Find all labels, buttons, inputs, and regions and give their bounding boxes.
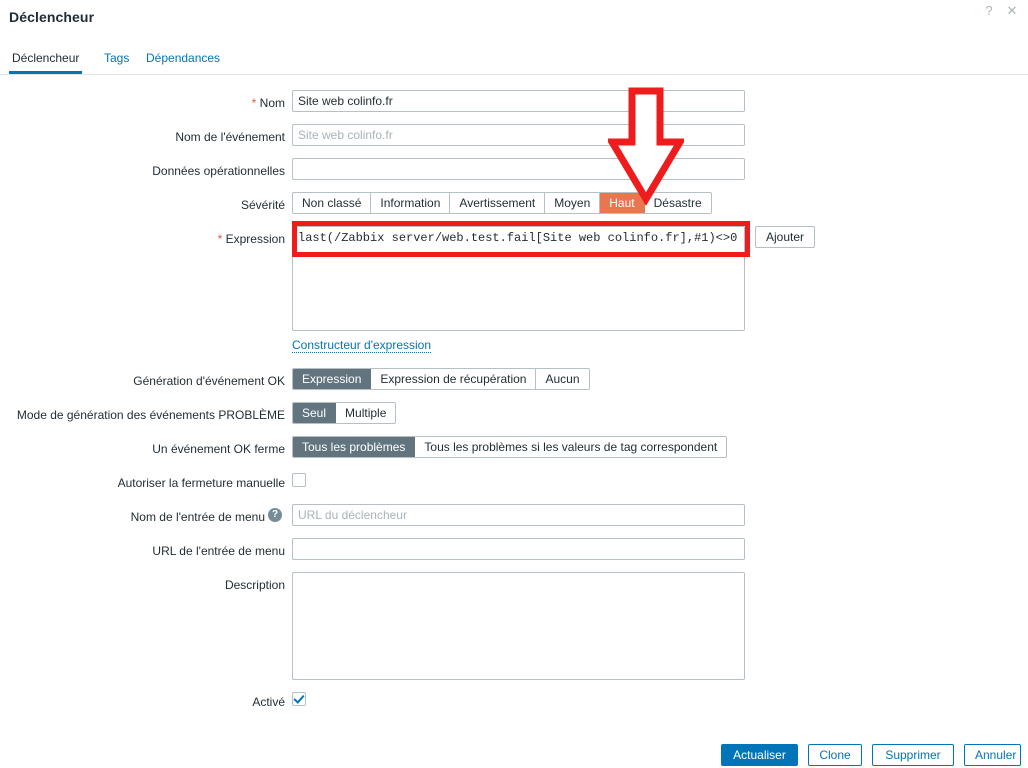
label-expression: * Expression	[185, 232, 285, 246]
ok-event-closes-control: Tous les problèmes Tous les problèmes si…	[292, 436, 728, 458]
close-icon[interactable]: ✕	[1004, 3, 1020, 19]
label-menu-entry-url: URL de l'entrée de menu	[152, 544, 285, 558]
label-description: Description	[224, 578, 285, 592]
dialog-header: Déclencheur ? ✕	[0, 0, 1028, 40]
update-button[interactable]: Actualiser	[721, 744, 798, 766]
ok-event-generation-control: Expression Expression de récupération Au…	[292, 368, 590, 390]
event-name-input[interactable]	[292, 124, 745, 146]
delete-button[interactable]: Supprimer	[872, 744, 954, 766]
ok-closes-option-all-problems[interactable]: Tous les problèmes	[293, 437, 416, 457]
expression-textarea[interactable]	[292, 226, 745, 331]
description-textarea[interactable]	[292, 572, 745, 680]
problem-event-mode-control: Seul Multiple	[292, 402, 397, 424]
label-name-text: Nom	[259, 96, 285, 110]
menu-entry-name-help-icon[interactable]: ?	[268, 508, 282, 522]
label-event-name: Nom de l'événement	[175, 130, 285, 144]
label-problem-event-mode: Mode de génération des événements PROBLÈ…	[16, 408, 285, 422]
required-marker-name: *	[251, 96, 257, 110]
name-input[interactable]	[292, 90, 745, 112]
severity-option-not-classified[interactable]: Non classé	[293, 193, 372, 213]
cancel-button[interactable]: Annuler	[964, 744, 1021, 766]
label-operational-data: Données opérationnelles	[152, 164, 285, 178]
severity-option-information[interactable]: Information	[371, 193, 451, 213]
severity-option-average[interactable]: Moyen	[545, 193, 601, 213]
clone-button[interactable]: Clone	[808, 744, 862, 766]
footer-divider	[0, 729, 1028, 730]
allow-manual-close-checkbox[interactable]	[292, 473, 306, 487]
label-menu-entry-name: Nom de l'entrée de menu	[130, 510, 265, 524]
expression-constructor-link[interactable]: Constructeur d'expression	[292, 338, 432, 353]
label-ok-event-generation: Génération d'événement OK	[133, 374, 285, 388]
ok-closes-option-matching-tags[interactable]: Tous les problèmes si les valeurs de tag…	[415, 437, 727, 457]
page-title: Déclencheur	[9, 9, 95, 25]
menu-entry-url-input[interactable]	[292, 538, 745, 560]
problem-mode-option-single[interactable]: Seul	[293, 403, 337, 423]
severity-option-high[interactable]: Haut	[600, 193, 645, 213]
add-expression-button[interactable]: Ajouter	[755, 226, 816, 248]
operational-data-input[interactable]	[292, 158, 745, 180]
help-icon[interactable]: ?	[981, 3, 997, 19]
label-severity: Sévérité	[240, 198, 285, 212]
label-name: * Nom	[160, 96, 285, 110]
header-controls: ? ✕	[981, 3, 1020, 19]
label-ok-event-closes: Un événement OK ferme	[152, 442, 285, 456]
severity-option-disaster[interactable]: Désastre	[644, 193, 711, 213]
tab-tags[interactable]: Tags	[101, 48, 132, 74]
label-expression-text: Expression	[225, 232, 285, 246]
tab-trigger[interactable]: Déclencheur	[9, 48, 83, 74]
enabled-checkbox[interactable]	[292, 692, 306, 706]
required-marker-expression: *	[217, 232, 223, 246]
ok-event-option-recovery-expression[interactable]: Expression de récupération	[371, 369, 537, 389]
label-enabled: Activé	[252, 695, 285, 709]
problem-mode-option-multiple[interactable]: Multiple	[336, 403, 396, 423]
tab-dependencies[interactable]: Dépendances	[143, 48, 223, 74]
ok-event-option-none[interactable]: Aucun	[536, 369, 589, 389]
tab-bar: Déclencheur Tags Dépendances	[0, 48, 1028, 75]
ok-event-option-expression[interactable]: Expression	[293, 369, 372, 389]
severity-option-warning[interactable]: Avertissement	[450, 193, 546, 213]
menu-entry-name-input[interactable]	[292, 504, 745, 526]
label-allow-manual-close: Autoriser la fermeture manuelle	[117, 476, 285, 490]
severity-segmented-control: Non classé Information Avertissement Moy…	[292, 192, 712, 214]
